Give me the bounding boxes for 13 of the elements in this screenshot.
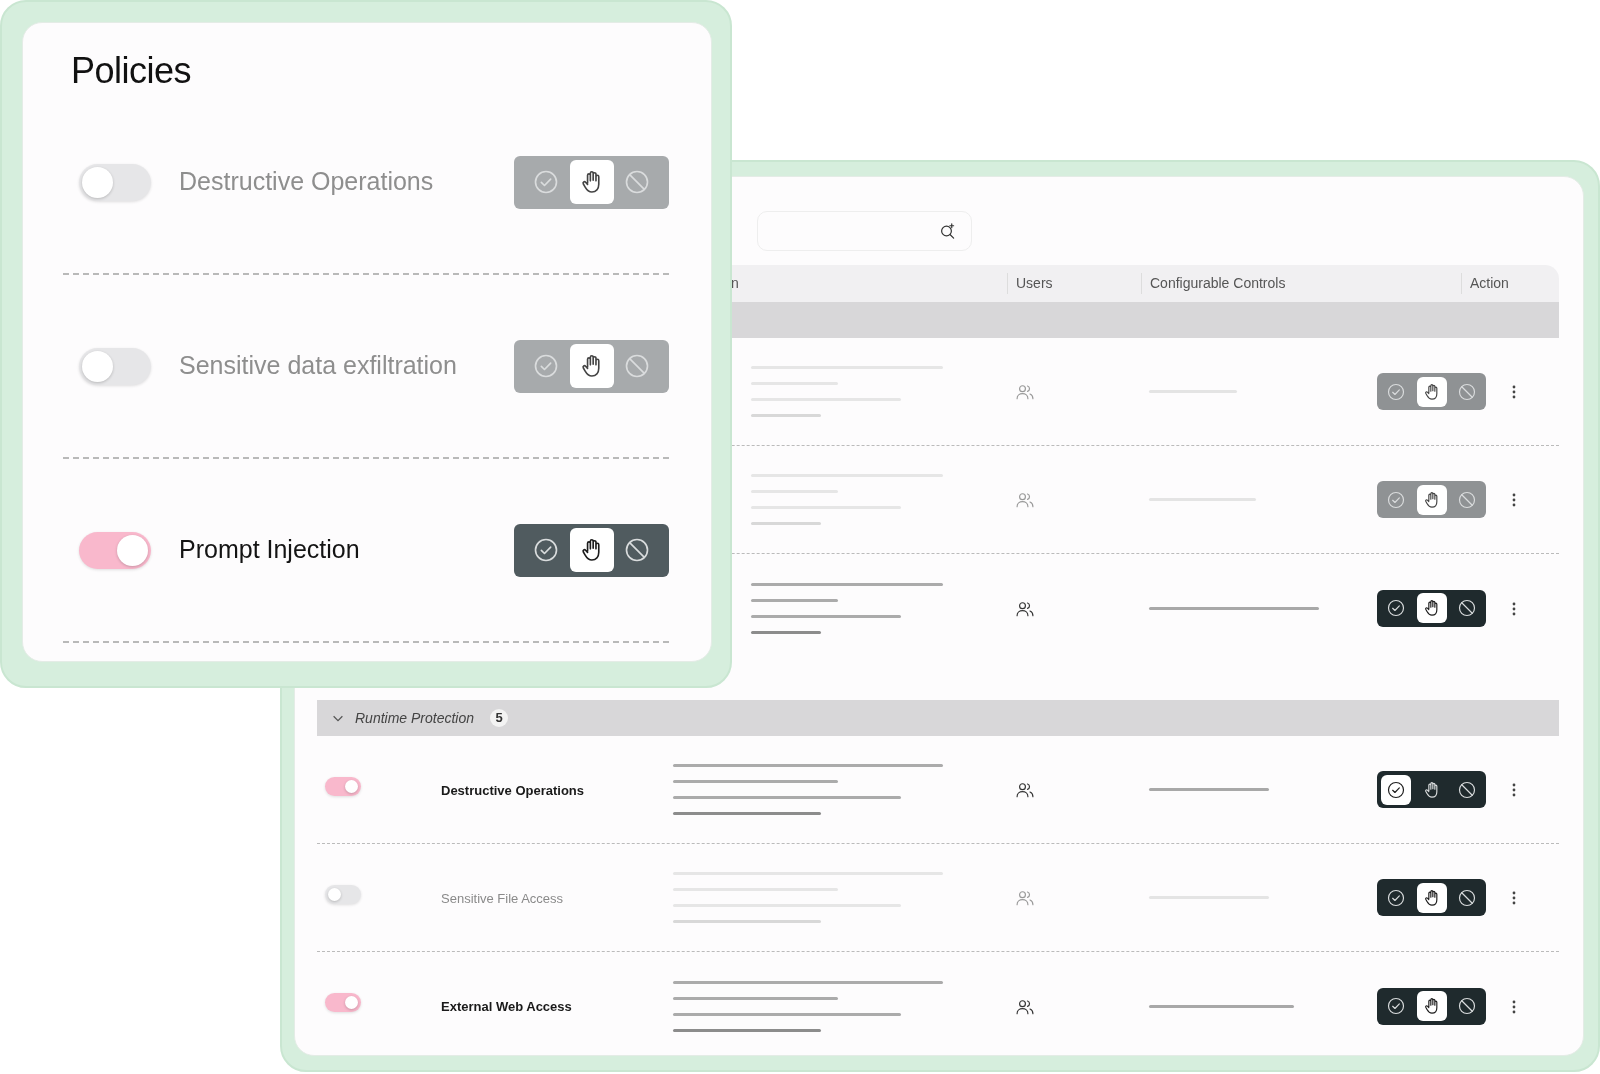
count-badge: 5	[490, 709, 509, 727]
policy-name: External Web Access	[441, 999, 572, 1014]
policy-name: Sensitive data exfiltration	[178, 350, 458, 382]
group-title: Runtime Protection	[355, 708, 475, 728]
policy-name: Prompt Injection	[178, 534, 361, 566]
card-title: Policies	[70, 51, 193, 91]
policy-name: Sensitive File Access	[441, 890, 564, 906]
policy-name: Destructive Operations	[441, 782, 585, 798]
column-header: n	[730, 274, 740, 293]
column-header: Configurable Controls	[1141, 273, 1461, 294]
column-header: Action	[1461, 273, 1562, 294]
column-header: Users	[1007, 273, 1141, 294]
policy-name: Destructive Operations	[178, 166, 435, 198]
